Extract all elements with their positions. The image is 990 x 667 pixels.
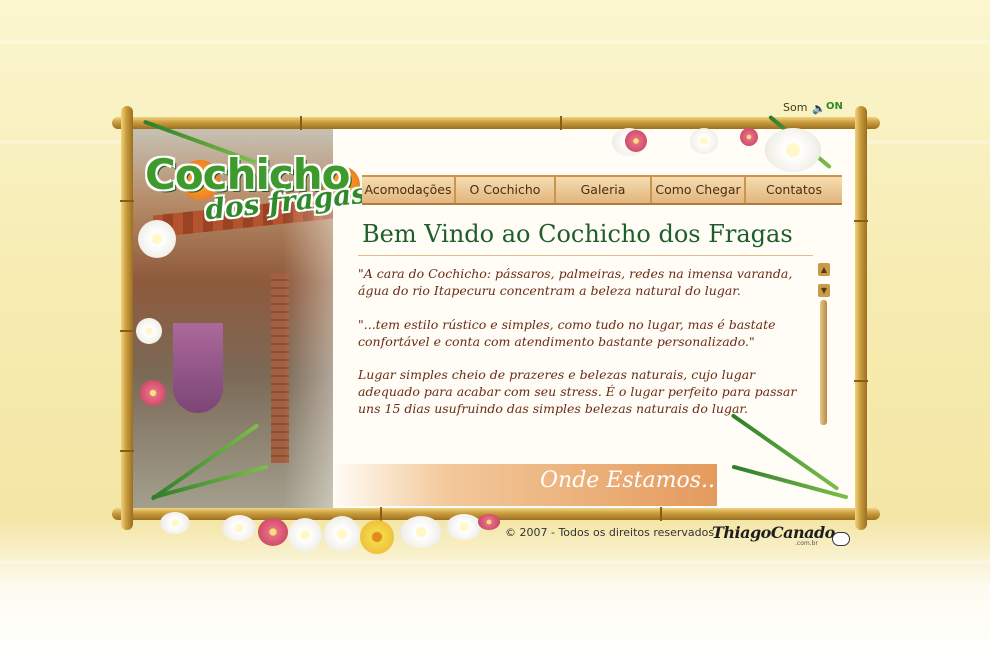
flower-white (324, 516, 360, 552)
nav-item-acomodacoes[interactable]: Acomodações (362, 177, 456, 203)
flower-white (690, 128, 718, 154)
nav-item-o-cochicho[interactable]: O Cochicho (456, 177, 556, 203)
flower-yellow (360, 520, 394, 554)
speaker-icon[interactable]: 🔈 (812, 102, 826, 115)
flower-red (625, 130, 647, 152)
flower-pink (740, 128, 758, 146)
background-stripe (0, 40, 990, 44)
mouse-icon (832, 532, 850, 546)
quote-paragraph: "...tem estilo rústico e simples, como t… (358, 317, 776, 349)
scroll-down-icon[interactable]: ▼ (818, 284, 830, 297)
nav-item-galeria[interactable]: Galeria (556, 177, 652, 203)
bamboo-left (121, 106, 133, 530)
nav-item-contatos[interactable]: Contatos (746, 177, 842, 203)
scrollbar-track[interactable] (820, 300, 827, 425)
bamboo-node (120, 200, 134, 202)
flower-white (288, 518, 322, 552)
flower-red (140, 380, 166, 406)
bamboo-top (112, 117, 880, 129)
flower-white (222, 515, 256, 541)
flower-white (765, 128, 821, 172)
main-nav: Acomodações O Cochicho Galeria Como Cheg… (362, 175, 842, 205)
flower-white (400, 516, 442, 548)
bamboo-node (854, 380, 868, 382)
bamboo-right (855, 106, 867, 530)
sound-label: Som (783, 101, 808, 114)
flower-white (160, 512, 190, 534)
bamboo-node (120, 330, 134, 332)
bamboo-node (660, 507, 662, 521)
flower-pink (478, 514, 500, 530)
hammock-image (173, 323, 223, 413)
flower-white (136, 318, 162, 344)
designer-credit-domain: .com.br (795, 540, 818, 547)
description-paragraph: Lugar simples cheio de prazeres e beleza… (358, 367, 797, 416)
bamboo-node (380, 507, 382, 521)
location-link[interactable]: Onde Estamos... (540, 468, 722, 493)
flower-pink (258, 518, 288, 546)
bamboo-node (854, 220, 868, 222)
bamboo-node (300, 116, 302, 130)
flower-white (446, 514, 482, 540)
bamboo-node (560, 116, 562, 130)
flower-white (138, 220, 176, 258)
nav-item-como-chegar[interactable]: Como Chegar (652, 177, 746, 203)
copyright-text: © 2007 - Todos os direitos reservados (505, 526, 715, 539)
page-title: Bem Vindo ao Cochicho dos Fragas (362, 220, 793, 248)
scroll-up-icon[interactable]: ▲ (818, 263, 830, 276)
bamboo-node (120, 450, 134, 452)
sound-toggle[interactable]: ON (826, 101, 843, 112)
quote-paragraph: "A cara do Cochicho: pássaros, palmeiras… (358, 266, 793, 298)
background-stripe (0, 560, 990, 564)
title-divider (358, 255, 813, 256)
